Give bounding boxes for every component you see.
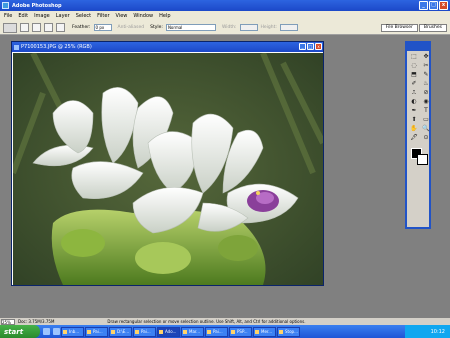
marquee-tool-icon[interactable]: ⬚ <box>409 53 419 61</box>
anti-alias-checkbox[interactable]: Anti-aliased <box>118 25 145 30</box>
shape-tool-icon[interactable]: ▭ <box>421 116 431 124</box>
palette-well: File Browser Brushes <box>380 24 447 32</box>
window-controls: _ □ x <box>419 1 448 10</box>
task-button-photoshop[interactable]: Ado... <box>157 326 180 337</box>
toolbox: ⬚ ✥ ◌ ✂ ⬒ ✎ ✐ ♨ ⎍ ⊘ ◐ ◉ ✒ T ⬆ ▭ ✋ 🔍 🖋 ⊙ <box>405 41 431 229</box>
start-button[interactable]: start <box>0 325 40 338</box>
zoom-field[interactable]: 25% <box>1 318 15 325</box>
menu-help[interactable]: Help <box>159 13 170 19</box>
pen-tool-icon[interactable]: ✒ <box>409 107 419 115</box>
eraser-tool-icon[interactable]: ◐ <box>409 98 419 106</box>
menu-layer[interactable]: Layer <box>56 13 70 19</box>
crop-tool-icon[interactable]: ⬒ <box>409 71 419 79</box>
clock[interactable]: 10:12 <box>431 329 445 335</box>
menu-file[interactable]: File <box>4 13 12 19</box>
task-button[interactable]: Pai... <box>205 326 228 337</box>
task-button[interactable]: D:\E... <box>109 326 132 337</box>
menu-edit[interactable]: Edit <box>18 13 28 19</box>
flower-photo <box>13 53 323 285</box>
system-tray: 10:12 <box>405 325 450 338</box>
feather-input[interactable]: 0 px <box>93 24 112 31</box>
hand-tool-icon[interactable]: ✋ <box>409 125 419 133</box>
doc-minimize-button[interactable]: _ <box>299 43 306 50</box>
width-input[interactable] <box>239 24 258 31</box>
status-bar: 25% Doc: 3.75M/3.75M Draw rectangular se… <box>0 318 450 325</box>
menu-filter[interactable]: Filter <box>97 13 109 19</box>
close-button[interactable]: x <box>439 1 448 10</box>
notes-tool-icon[interactable]: 🖋 <box>409 134 419 142</box>
feather-label: Feather: <box>72 25 91 30</box>
photoshop-icon <box>2 2 9 9</box>
task-button[interactable]: Pai... <box>133 326 156 337</box>
add-selection-button[interactable] <box>32 23 41 32</box>
tool-preset-picker[interactable] <box>3 22 17 33</box>
taskbar: start Inb... Pai... D:\E... Pai... Ado..… <box>0 325 450 338</box>
menu-select[interactable]: Select <box>76 13 91 19</box>
new-selection-button[interactable] <box>20 23 29 32</box>
gradient-tool-icon[interactable]: ◉ <box>421 98 431 106</box>
menu-bar: File Edit Image Layer Select Filter View… <box>0 11 450 21</box>
height-input[interactable] <box>279 24 298 31</box>
type-tool-icon[interactable]: T <box>421 107 431 115</box>
task-button[interactable]: PSP... <box>229 326 252 337</box>
quicklaunch-browser-icon[interactable] <box>53 328 60 335</box>
brush-tool-icon[interactable]: ♨ <box>421 80 431 88</box>
height-label: Height: <box>260 25 277 30</box>
menu-image[interactable]: Image <box>34 13 50 19</box>
doc-size[interactable]: Doc: 3.75M/3.75M <box>18 319 54 324</box>
tool-grid: ⬚ ✥ ◌ ✂ ⬒ ✎ ✐ ♨ ⎍ ⊘ ◐ ◉ ✒ T ⬆ ▭ ✋ 🔍 🖋 ⊙ <box>407 51 431 144</box>
document-title-bar[interactable]: P7100153.JPG @ 25% (RGB) <box>12 42 323 52</box>
menu-window[interactable]: Window <box>133 13 153 19</box>
clone-stamp-icon[interactable]: ⎍ <box>409 89 419 97</box>
task-button[interactable]: Stop... <box>277 326 300 337</box>
healing-brush-icon[interactable]: ✐ <box>409 80 419 88</box>
tab-file-browser[interactable]: File Browser <box>380 24 418 32</box>
menu-view[interactable]: View <box>116 13 128 19</box>
doc-maximize-button[interactable]: □ <box>307 43 314 50</box>
history-brush-icon[interactable]: ⊘ <box>421 89 431 97</box>
path-select-icon[interactable]: ⬆ <box>409 116 419 124</box>
zoom-tool-icon[interactable]: 🔍 <box>421 125 431 133</box>
toolbox-header[interactable] <box>407 43 429 51</box>
task-button[interactable]: Mar... <box>181 326 204 337</box>
color-swatches <box>409 146 428 168</box>
document-window: P7100153.JPG @ 25% (RGB) _ □ x <box>11 41 324 286</box>
subtract-selection-button[interactable] <box>44 23 53 32</box>
style-label: Style: <box>150 25 163 30</box>
image-canvas[interactable] <box>13 53 323 285</box>
style-select[interactable]: Normal <box>165 24 216 31</box>
app-title: Adobe Photoshop <box>12 2 62 9</box>
document-icon <box>14 44 19 50</box>
intersect-selection-button[interactable] <box>56 23 65 32</box>
maximize-button[interactable]: □ <box>429 1 438 10</box>
move-tool-icon[interactable]: ✥ <box>421 53 431 61</box>
eyedropper-icon[interactable]: ⊙ <box>421 134 431 142</box>
doc-close-button[interactable]: x <box>315 43 322 50</box>
status-hint: Draw rectangular selection or move selec… <box>107 319 306 324</box>
task-button[interactable]: Inb... <box>61 326 84 337</box>
document-title: P7100153.JPG @ 25% (RGB) <box>21 44 92 50</box>
lasso-tool-icon[interactable]: ◌ <box>409 62 419 70</box>
slice-tool-icon[interactable]: ✎ <box>421 71 431 79</box>
quicklaunch-desktop-icon[interactable] <box>43 328 50 335</box>
document-controls: _ □ x <box>299 43 322 50</box>
task-button[interactable]: Mer... <box>253 326 276 337</box>
minimize-button[interactable]: _ <box>419 1 428 10</box>
tab-brushes[interactable]: Brushes <box>418 24 447 32</box>
magic-wand-icon[interactable]: ✂ <box>421 62 431 70</box>
background-color-swatch[interactable] <box>417 154 428 165</box>
task-button[interactable]: Pai... <box>85 326 108 337</box>
width-label: Width: <box>221 25 237 30</box>
title-bar: Adobe Photoshop _ □ x <box>0 0 450 11</box>
